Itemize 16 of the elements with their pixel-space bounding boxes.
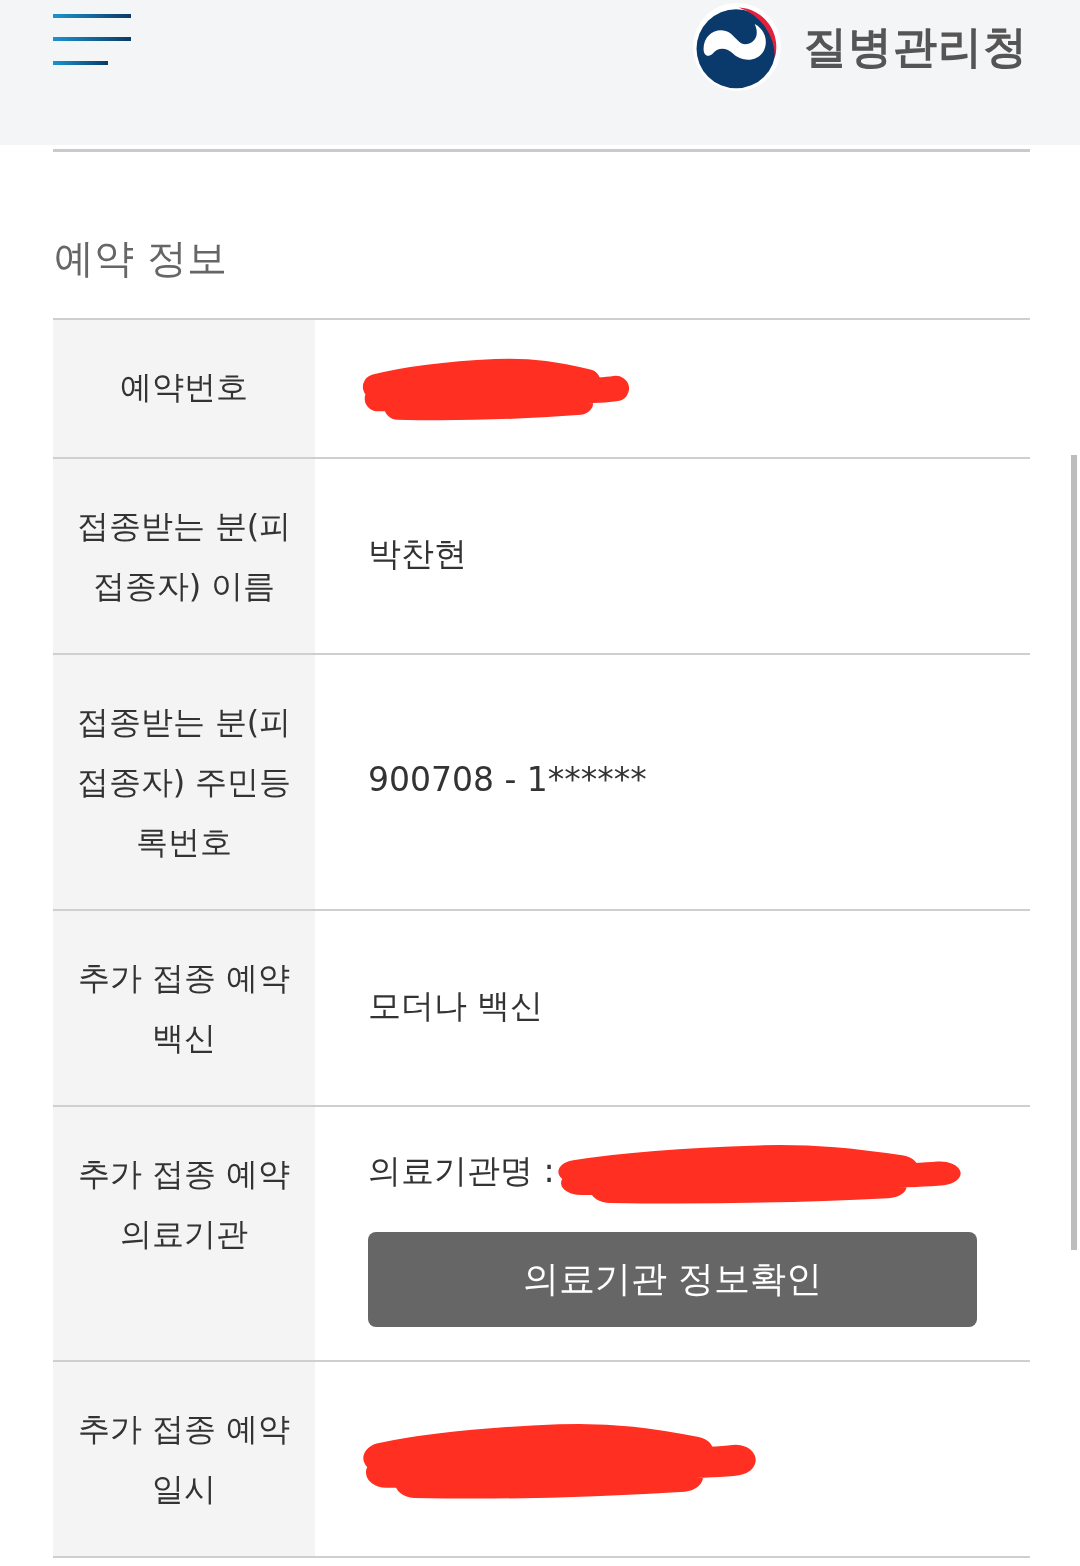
row-label-cell: 추가 접종 예약 백신	[53, 911, 315, 1105]
scrollbar-thumb[interactable]	[1071, 455, 1077, 1250]
field-value: 모더나 백신	[368, 984, 544, 1027]
field-value: 박찬현	[368, 532, 467, 575]
row-label-cell: 추가 접종 예약 일시	[53, 1362, 315, 1556]
facility-info-button[interactable]: 의료기관 정보확인	[368, 1232, 977, 1327]
row-label-cell: 예약번호	[53, 320, 315, 457]
menu-icon[interactable]	[53, 14, 131, 66]
row-label-cell: 접종받는 분(피접종자) 주민등록번호	[53, 655, 315, 909]
swirl-emblem-icon	[693, 3, 781, 91]
row-label-cell: 추가 접종 예약 의료기관	[53, 1107, 315, 1360]
field-value: 의료기관명 :	[368, 1150, 555, 1192]
row-label-cell: 접종받는 분(피접종자) 이름	[53, 459, 315, 653]
brand-name: 질병관리청	[803, 19, 1028, 74]
section-title: 예약 정보	[54, 234, 227, 282]
field-value: 900708 - 1******	[368, 758, 647, 801]
